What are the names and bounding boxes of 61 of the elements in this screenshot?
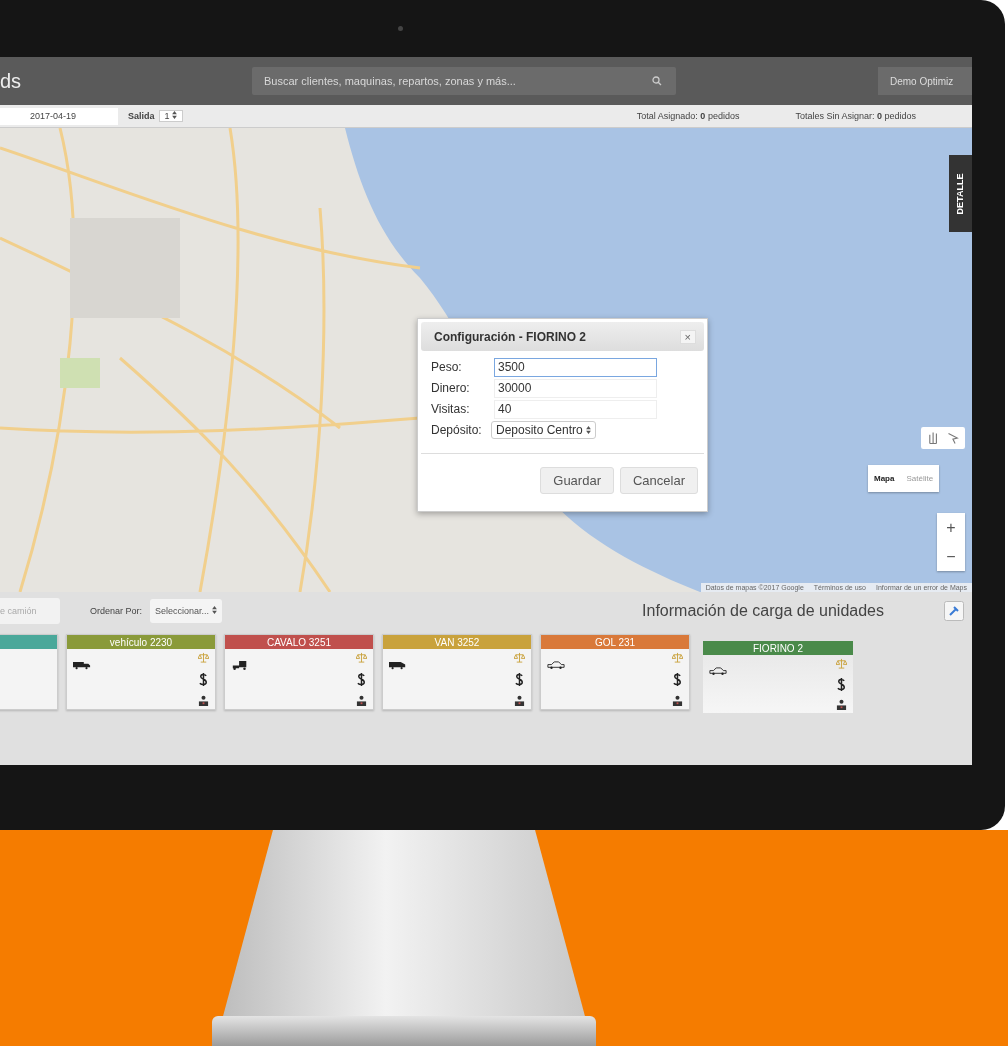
scale-icon [672,651,683,664]
close-button[interactable]: × [679,329,696,344]
date-field[interactable]: 2017-04-19 [0,107,118,125]
field-label: Depósito: [431,423,483,437]
zoom-in-button[interactable]: + [937,513,965,542]
person-icon [356,694,367,707]
field-label: Dinero: [431,381,471,395]
map-type-tab[interactable]: Mapa [868,465,901,492]
zoom-out-button[interactable]: − [937,542,965,571]
dollar-icon [514,672,525,686]
detail-tab[interactable]: DETALLE [949,155,972,232]
person-icon [672,694,683,707]
dollar-icon [672,672,683,686]
input-field[interactable]: 3500 [494,357,657,377]
dollar-icon [356,672,367,686]
search-icon [652,76,662,86]
user-menu-button[interactable]: Demo Optimiz [878,67,972,95]
person-icon [198,694,209,707]
vehicle-name: CAVALO 3251 [266,636,332,648]
caret-icon [586,426,592,434]
input-field[interactable]: 40 [494,399,657,419]
dollar-icon [198,672,209,686]
scale-icon [198,651,209,664]
field-label: Peso: [431,360,463,374]
dialog-title: Configuración - FIORINO 2 [434,329,586,344]
vehicle-card[interactable]: FIORINO 2 [703,641,853,713]
dialog-button[interactable]: Guardar [540,467,614,494]
app-title: ds [0,69,23,93]
scale-icon [836,657,847,670]
car-icon [547,661,565,670]
panel-title: Información de carga de unidades [642,602,884,620]
hand-icon[interactable] [921,427,965,449]
dialog-button[interactable]: Cancelar [619,467,698,494]
van-icon [389,661,407,670]
vehicle-name: GOL 231 [594,636,636,648]
salida-select[interactable]: 1 [158,110,184,122]
vehicle-card[interactable]: CAVALO 3251 [224,634,374,710]
salida-label: Salida [128,111,155,121]
camera-icon [398,26,403,31]
pin-icon[interactable] [944,601,964,621]
depot-select[interactable]: Deposito Centro [491,421,597,439]
person-icon [514,694,525,707]
field-label: Visitas: [431,402,471,416]
caret-icon [211,606,217,614]
truck-icon [73,661,91,670]
scale-icon [514,651,525,664]
dollar-icon [836,677,847,691]
search-field[interactable]: Buscar clientes, maquinas, repartos, zonas y más... [252,67,676,95]
sort-select[interactable]: Seleccionar... [150,599,222,623]
tractor-icon [231,661,249,670]
total-assigned-text: Total Asignado: 0 pedidos [636,111,740,121]
car-icon [709,667,727,676]
vehicle-name: FIORINO 2 [753,642,803,654]
sort-label: Ordenar Por: [90,606,143,616]
scale-icon [356,651,367,664]
total-unassigned-text: Totales Sin Asignar: 0 pedidos [795,111,916,121]
input-field[interactable]: 30000 [494,378,657,398]
vehicle-name: vehículo 2230 [109,636,173,648]
vehicle-name: VAN 3252 [434,636,480,648]
caret-icon [172,111,178,119]
person-icon [836,698,847,711]
